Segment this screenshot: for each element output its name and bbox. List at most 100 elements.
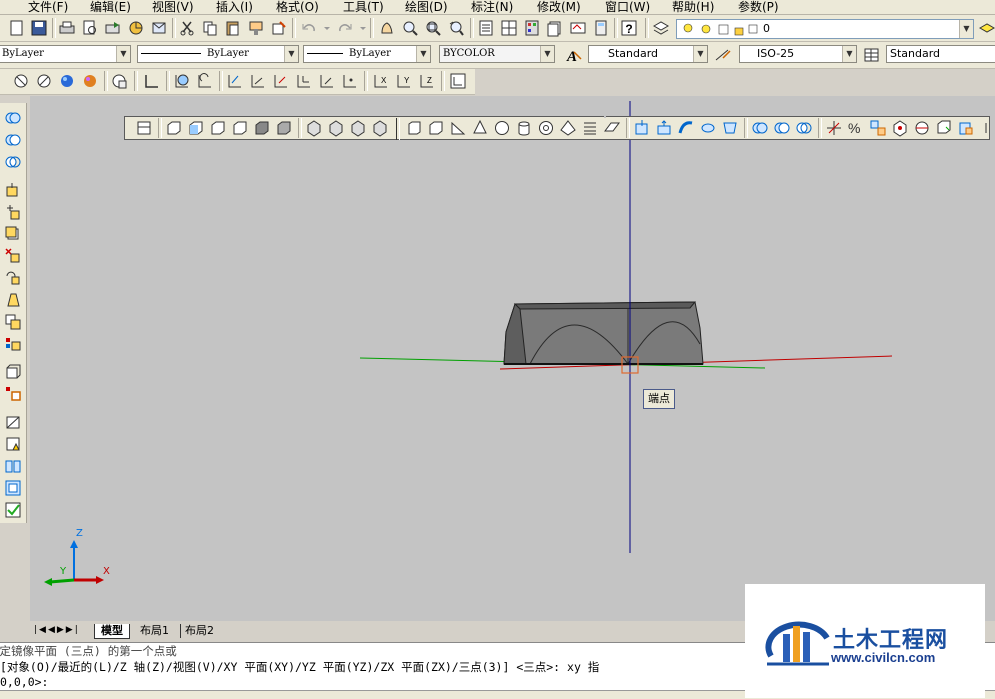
text-style-dropdown[interactable]: Standard ▼ [588, 45, 708, 63]
section-plane-icon[interactable] [935, 119, 953, 137]
copy-edges-icon[interactable] [4, 363, 22, 381]
polysolid-icon[interactable] [405, 119, 423, 137]
rotate-faces-icon[interactable] [4, 269, 22, 287]
copy-icon[interactable] [201, 19, 219, 37]
menu-dimension[interactable]: 标注(N) [471, 0, 513, 15]
slice-icon[interactable] [913, 119, 931, 137]
table-style-icon[interactable] [863, 46, 881, 64]
table-style-dropdown[interactable]: Standard [886, 45, 995, 63]
sweep-icon[interactable] [677, 119, 695, 137]
undo-icon[interactable] [300, 19, 318, 37]
ucs-origin-icon[interactable] [295, 72, 313, 90]
sheet-set-icon[interactable] [546, 19, 564, 37]
3d-align-icon[interactable] [869, 119, 887, 137]
view-front-icon[interactable] [253, 119, 271, 137]
text-style-icon[interactable]: A [565, 46, 583, 64]
shell-icon[interactable] [4, 479, 22, 497]
intersect-icon[interactable] [4, 153, 22, 171]
hide-icon[interactable] [12, 72, 30, 90]
check-icon[interactable] [4, 501, 22, 519]
imprint-icon[interactable] [4, 413, 22, 431]
shaded-icon[interactable] [58, 72, 76, 90]
ucs-view-icon[interactable] [272, 72, 290, 90]
3d-move-icon[interactable] [825, 119, 843, 137]
delete-faces-icon[interactable] [4, 247, 22, 265]
taper-faces-icon[interactable] [4, 291, 22, 309]
print-preview-icon[interactable] [81, 19, 99, 37]
menu-file[interactable]: 文件(F) [28, 0, 68, 15]
copy-faces-icon[interactable] [4, 313, 22, 331]
menu-view[interactable]: 视图(V) [152, 0, 194, 15]
ucs-icon[interactable] [143, 72, 161, 90]
ne-isometric-icon[interactable] [349, 119, 367, 137]
menu-tools[interactable]: 工具(T) [343, 0, 384, 15]
separate-icon[interactable] [4, 457, 22, 475]
color-edges-icon[interactable] [4, 385, 22, 403]
menu-parameters[interactable]: 参数(P) [738, 0, 779, 15]
subtract-3d-icon[interactable] [773, 119, 791, 137]
loft-icon[interactable] [721, 119, 739, 137]
properties-icon[interactable] [477, 19, 495, 37]
zoom-previous-icon[interactable] [447, 19, 465, 37]
drawing-canvas[interactable]: Z X Y 端点 [30, 96, 995, 621]
world-ucs-icon[interactable] [173, 72, 191, 90]
menu-format[interactable]: 格式(O) [276, 0, 319, 15]
extrude-icon[interactable] [633, 119, 651, 137]
wedge-icon[interactable] [449, 119, 467, 137]
3d-dwf-icon[interactable] [127, 19, 145, 37]
view-back-icon[interactable] [275, 119, 293, 137]
apply-ucs-icon[interactable] [449, 72, 467, 90]
color-dropdown[interactable]: ByLayer ▼ [0, 45, 131, 63]
view-top-icon[interactable] [165, 119, 183, 137]
view-right-icon[interactable] [231, 119, 249, 137]
cone-icon[interactable] [471, 119, 489, 137]
tab-nav-arrows-icon[interactable]: |◀◀▶▶| [34, 625, 80, 635]
union-3d-icon[interactable] [751, 119, 769, 137]
box-icon[interactable] [427, 119, 445, 137]
publish-icon[interactable] [104, 19, 122, 37]
undo-dropdown-icon[interactable] [318, 19, 330, 37]
zoom-window-icon[interactable] [424, 19, 442, 37]
dim-style-icon[interactable] [714, 46, 732, 64]
ucs-x-rotate-icon[interactable]: X [372, 72, 390, 90]
convert-to-solid-icon[interactable] [957, 119, 975, 137]
extrude-faces-icon[interactable] [4, 181, 22, 199]
realistic-icon[interactable] [81, 72, 99, 90]
planar-surface-icon[interactable] [603, 119, 621, 137]
cylinder-icon[interactable] [515, 119, 533, 137]
plotstyle-dropdown[interactable]: BYCOLOR ▼ [439, 45, 555, 63]
view-bottom-icon[interactable] [187, 119, 205, 137]
ucs-face-icon[interactable] [226, 72, 244, 90]
redo-dropdown-icon[interactable] [354, 19, 366, 37]
new-icon[interactable] [8, 19, 26, 37]
cut-icon[interactable] [178, 19, 196, 37]
make-current-layer-icon[interactable] [978, 19, 995, 37]
block-editor-icon[interactable] [270, 19, 288, 37]
nw-isometric-icon[interactable] [371, 119, 389, 137]
menu-edit[interactable]: 编辑(E) [90, 0, 131, 15]
solids-editing-icon[interactable] [135, 119, 153, 137]
subtract-icon[interactable] [4, 131, 22, 149]
ucs-z-rotate-icon[interactable]: Z [418, 72, 436, 90]
union-icon[interactable] [4, 109, 22, 127]
menu-draw[interactable]: 绘图(D) [405, 0, 448, 15]
help-icon[interactable]: ? [620, 19, 638, 37]
save-icon[interactable] [30, 19, 48, 37]
ucs-3point-icon[interactable] [341, 72, 359, 90]
torus-icon[interactable] [537, 119, 555, 137]
match-properties-icon[interactable] [247, 19, 265, 37]
wireframe-icon[interactable] [35, 72, 53, 90]
helix-icon[interactable] [581, 119, 599, 137]
ucs-previous-icon[interactable] [196, 72, 214, 90]
3d-rotate-icon[interactable]: % [847, 119, 865, 137]
move-faces-icon[interactable] [4, 203, 22, 221]
menu-help[interactable]: 帮助(H) [672, 0, 714, 15]
pyramid-icon[interactable] [559, 119, 577, 137]
lineweight-dropdown[interactable]: ByLayer ▼ [303, 45, 431, 63]
redo-icon[interactable] [336, 19, 354, 37]
ucs-y-rotate-icon[interactable]: Y [395, 72, 413, 90]
revolve-icon[interactable] [699, 119, 717, 137]
paste-icon[interactable] [224, 19, 242, 37]
se-isometric-icon[interactable] [327, 119, 345, 137]
sw-isometric-icon[interactable] [305, 119, 323, 137]
